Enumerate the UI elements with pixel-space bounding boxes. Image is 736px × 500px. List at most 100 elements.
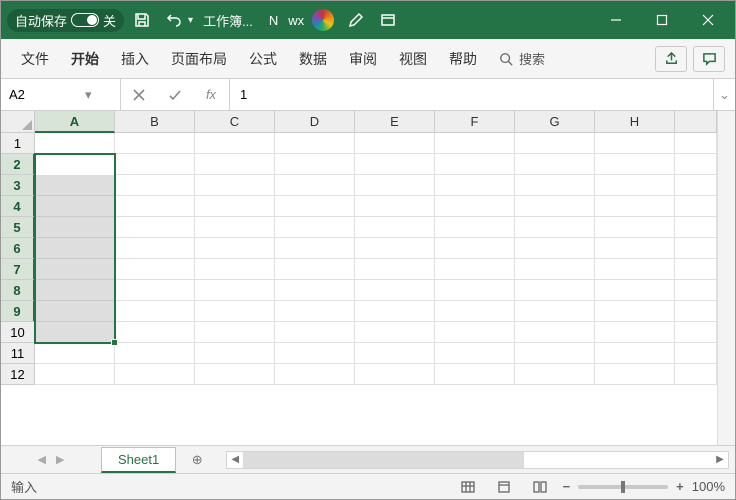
check-icon [168, 88, 182, 102]
select-all-corner[interactable] [1, 111, 35, 133]
save-button[interactable] [128, 6, 156, 34]
zoom-control: − + 100% [563, 479, 725, 494]
name-box-dropdown-icon[interactable]: ▾ [85, 87, 92, 103]
zoom-slider[interactable] [578, 485, 668, 489]
row-header-1[interactable]: 1 [1, 133, 35, 154]
cancel-edit-button[interactable] [121, 88, 157, 102]
name-box[interactable]: ▾ [1, 79, 121, 110]
confirm-edit-button[interactable] [157, 88, 193, 102]
hscroll-thumb[interactable] [243, 452, 524, 468]
autosave-state: 关 [103, 11, 116, 30]
toggle-switch-icon [71, 13, 99, 27]
tab-help[interactable]: 帮助 [439, 39, 487, 79]
tab-home[interactable]: 开始 [61, 39, 109, 79]
vertical-scrollbar[interactable] [717, 111, 735, 445]
status-bar: 输入 − + 100% [1, 473, 735, 499]
tab-review[interactable]: 审阅 [339, 39, 387, 79]
save-icon [134, 12, 150, 28]
view-page-layout-button[interactable] [491, 477, 517, 497]
page-layout-icon [497, 481, 511, 493]
formula-bar: ▾ fx ⌄ [1, 79, 735, 111]
undo-icon [166, 12, 182, 28]
share-icon [664, 51, 679, 66]
row-header-4[interactable]: 4 [1, 196, 35, 217]
row-header-2[interactable]: 2 [1, 154, 35, 175]
close-icon [702, 14, 714, 26]
add-sheet-button[interactable]: ⊕ [182, 447, 212, 473]
expand-formula-bar-button[interactable]: ⌄ [713, 79, 735, 110]
comments-button[interactable] [693, 46, 725, 72]
ribbon-tabs: 文件 开始 插入 页面布局 公式 数据 审阅 视图 帮助 搜索 [1, 39, 735, 79]
zoom-out-button[interactable]: − [563, 479, 571, 494]
zoom-level[interactable]: 100% [692, 479, 725, 494]
tab-file[interactable]: 文件 [11, 39, 59, 79]
column-header-h[interactable]: H [595, 111, 675, 133]
insert-function-button[interactable]: fx [193, 87, 229, 102]
row-header-12[interactable]: 12 [1, 364, 35, 385]
cell-a2[interactable]: 1 [35, 154, 115, 175]
user-prefix: N [269, 13, 278, 28]
sheet-tab-sheet1[interactable]: Sheet1 [101, 447, 176, 473]
column-header-c[interactable]: C [195, 111, 275, 133]
ribbon-mode-icon [380, 12, 396, 28]
cell-a1[interactable] [35, 133, 115, 154]
column-header-partial[interactable] [675, 111, 717, 133]
sheet-nav-prev-icon[interactable]: ◀ [38, 453, 46, 466]
user-name[interactable]: wx [288, 13, 304, 28]
row-headers: 1 2 3 4 5 6 7 8 9 10 11 12 [1, 133, 35, 445]
sheet-tab-bar: ◀ ▶ Sheet1 ⊕ ◀ ▶ [1, 445, 735, 473]
share-button[interactable] [655, 46, 687, 72]
brush-icon [348, 12, 364, 28]
formula-input[interactable] [240, 87, 703, 102]
row-header-9[interactable]: 9 [1, 301, 35, 322]
column-header-b[interactable]: B [115, 111, 195, 133]
tab-view[interactable]: 视图 [389, 39, 437, 79]
x-icon [132, 88, 146, 102]
row-header-10[interactable]: 10 [1, 322, 35, 343]
column-header-g[interactable]: G [515, 111, 595, 133]
app-logo-icon[interactable] [312, 9, 334, 31]
column-header-e[interactable]: E [355, 111, 435, 133]
row-header-11[interactable]: 11 [1, 343, 35, 364]
name-box-input[interactable] [9, 87, 79, 102]
column-header-d[interactable]: D [275, 111, 355, 133]
spreadsheet-grid: A B C D E F G H 1 2 3 4 5 6 [1, 111, 735, 445]
view-page-break-button[interactable] [527, 477, 553, 497]
row-header-8[interactable]: 8 [1, 280, 35, 301]
search-input[interactable]: 搜索 [489, 49, 555, 68]
ribbon-mode-button[interactable] [374, 6, 402, 34]
autosave-label: 自动保存 [15, 11, 67, 30]
title-bar: 自动保存 关 ▾ 工作簿... N wx [1, 1, 735, 39]
grid-view-icon [461, 481, 475, 493]
tab-data[interactable]: 数据 [289, 39, 337, 79]
document-title[interactable]: 工作簿... [203, 11, 253, 30]
row-header-5[interactable]: 5 [1, 217, 35, 238]
search-icon [499, 52, 513, 66]
view-normal-button[interactable] [455, 477, 481, 497]
plus-circle-icon: ⊕ [192, 452, 203, 468]
zoom-in-button[interactable]: + [676, 479, 684, 494]
maximize-button[interactable] [641, 1, 683, 39]
sheet-nav-next-icon[interactable]: ▶ [56, 453, 64, 466]
autosave-toggle[interactable]: 自动保存 关 [7, 9, 124, 32]
column-header-a[interactable]: A [35, 111, 115, 133]
hscroll-right-icon[interactable]: ▶ [712, 454, 728, 465]
tab-formulas[interactable]: 公式 [239, 39, 287, 79]
row-header-6[interactable]: 6 [1, 238, 35, 259]
undo-button[interactable] [160, 6, 188, 34]
horizontal-scrollbar[interactable]: ◀ ▶ [226, 451, 729, 469]
tab-insert[interactable]: 插入 [111, 39, 159, 79]
draw-button[interactable] [342, 6, 370, 34]
zoom-slider-thumb[interactable] [621, 481, 625, 493]
minimize-button[interactable] [595, 1, 637, 39]
close-button[interactable] [687, 1, 729, 39]
row-header-7[interactable]: 7 [1, 259, 35, 280]
hscroll-left-icon[interactable]: ◀ [227, 454, 243, 465]
tab-page-layout[interactable]: 页面布局 [161, 39, 237, 79]
cells-area[interactable]: 1 [35, 133, 717, 445]
column-header-f[interactable]: F [435, 111, 515, 133]
comment-icon [702, 51, 717, 66]
row-header-3[interactable]: 3 [1, 175, 35, 196]
fx-icon: fx [206, 87, 216, 102]
page-break-icon [533, 481, 547, 493]
